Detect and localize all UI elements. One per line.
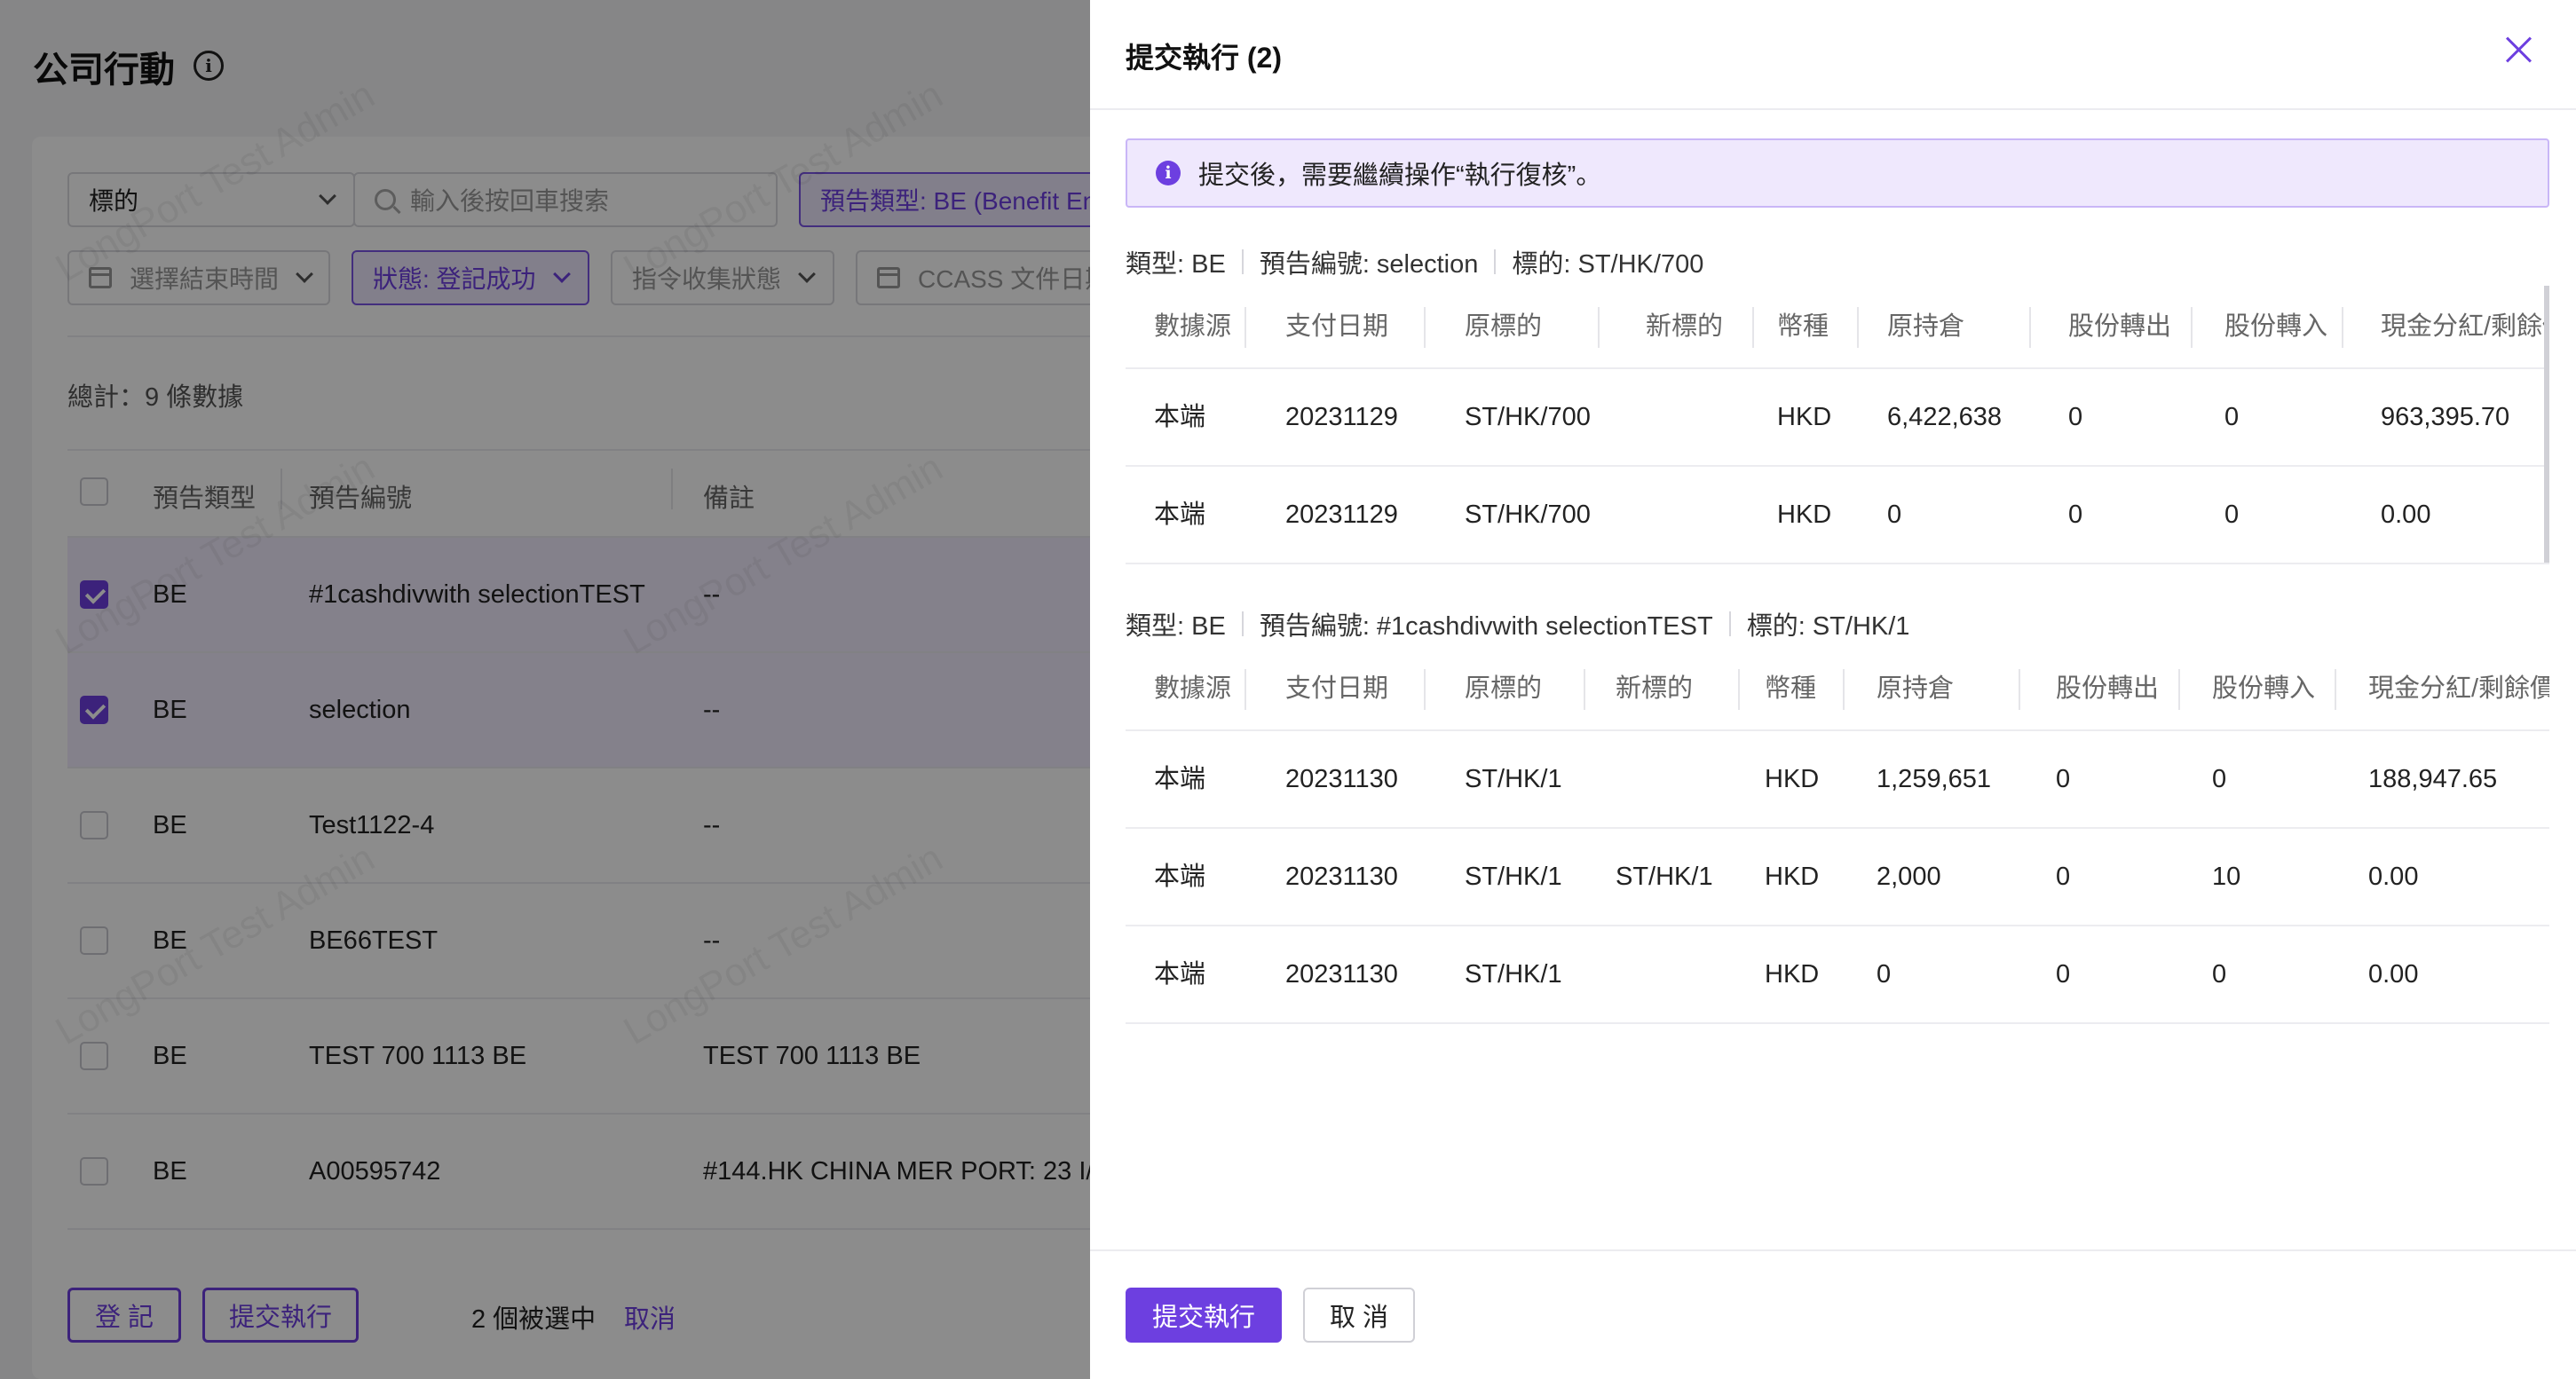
column-header: 支付日期 — [1285, 312, 1389, 341]
info-icon: i — [1156, 161, 1181, 185]
divider — [1090, 1249, 2576, 1251]
submit-execution-drawer: 提交執行 (2) i 提交後，需要繼續操作“執行復核”。 類型: BE 預告編號… — [1090, 0, 2576, 1379]
column-header: 原標的 — [1465, 674, 1543, 703]
close-icon[interactable] — [2505, 35, 2533, 64]
column-header: 數據源 — [1154, 674, 1232, 703]
column-header: 新標的 — [1646, 312, 1724, 341]
drawer-cancel-button[interactable]: 取 消 — [1303, 1288, 1415, 1343]
info-banner: i 提交後，需要繼續操作“執行復核”。 — [1126, 138, 2549, 208]
table-row: 本端 20231130 ST/HK/1 HKD 0 0 0 0.00 — [1126, 925, 2549, 1022]
table-row: 本端 20231129 ST/HK/700 HKD 0 0 0 0.00 — [1126, 465, 2549, 563]
column-header: 幣種 — [1777, 312, 1829, 341]
column-header: 股份轉出 — [2068, 312, 2172, 341]
column-header: 現金分紅/剩餘價 — [2368, 674, 2549, 703]
detail-table: 數據源 支付日期 原標的 新標的 幣種 原持倉 股份轉出 股份轉入 現金分紅/剩… — [1126, 648, 2549, 1024]
drawer-title: 提交執行 (2) — [1126, 42, 1283, 74]
section-header: 類型: BE 預告編號: #1cashdivwith selectionTEST… — [1126, 611, 1910, 641]
table-row: 本端 20231130 ST/HK/1 ST/HK/1 HKD 2,000 0 … — [1126, 827, 2549, 925]
table-row: 本端 20231130 ST/HK/1 HKD 1,259,651 0 0 18… — [1126, 729, 2549, 827]
column-header: 數據源 — [1154, 312, 1232, 341]
table-scrollbar[interactable] — [2544, 286, 2549, 563]
column-header: 支付日期 — [1285, 674, 1389, 703]
column-header: 股份轉入 — [2224, 312, 2328, 341]
column-header: 新標的 — [1616, 674, 1694, 703]
column-header: 原標的 — [1465, 312, 1543, 341]
column-header: 股份轉出 — [2056, 674, 2160, 703]
column-header: 原持倉 — [1877, 674, 1955, 703]
table-row: 本端 20231129 ST/HK/700 HKD 6,422,638 0 0 … — [1126, 367, 2549, 465]
column-header: 現金分紅/剩餘價 — [2381, 312, 2549, 341]
column-header: 原持倉 — [1887, 312, 1965, 341]
column-header: 股份轉入 — [2212, 674, 2316, 703]
detail-table: 數據源 支付日期 原標的 新標的 幣種 原持倉 股份轉出 股份轉入 現金分紅/剩… — [1126, 286, 2549, 566]
drawer-submit-button[interactable]: 提交執行 — [1126, 1288, 1282, 1343]
section-header: 類型: BE 預告編號: selection 標的: ST/HK/700 — [1126, 249, 1704, 279]
divider — [1090, 108, 2576, 110]
column-header: 幣種 — [1765, 674, 1817, 703]
